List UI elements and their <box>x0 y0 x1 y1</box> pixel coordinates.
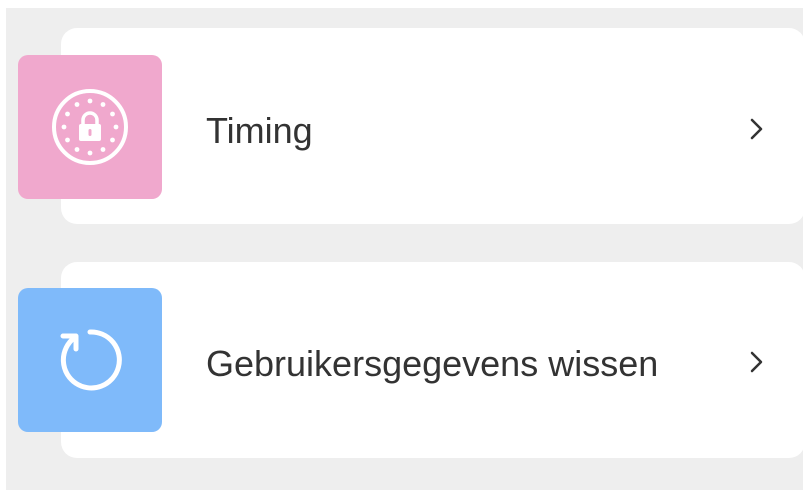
timer-lock-icon <box>50 87 130 167</box>
chevron-right-icon <box>744 350 768 374</box>
clear-data-icon-tile <box>18 288 162 432</box>
settings-item-label: Gebruikersgegevens wissen <box>206 343 659 384</box>
settings-item-label: Timing <box>206 110 313 151</box>
settings-item-timing[interactable] <box>61 28 803 224</box>
chevron-right-icon <box>744 117 768 141</box>
timing-icon-tile <box>18 55 162 199</box>
settings-list: Timing Gebruikersgegevens wissen <box>6 8 803 490</box>
reset-icon <box>50 320 130 400</box>
